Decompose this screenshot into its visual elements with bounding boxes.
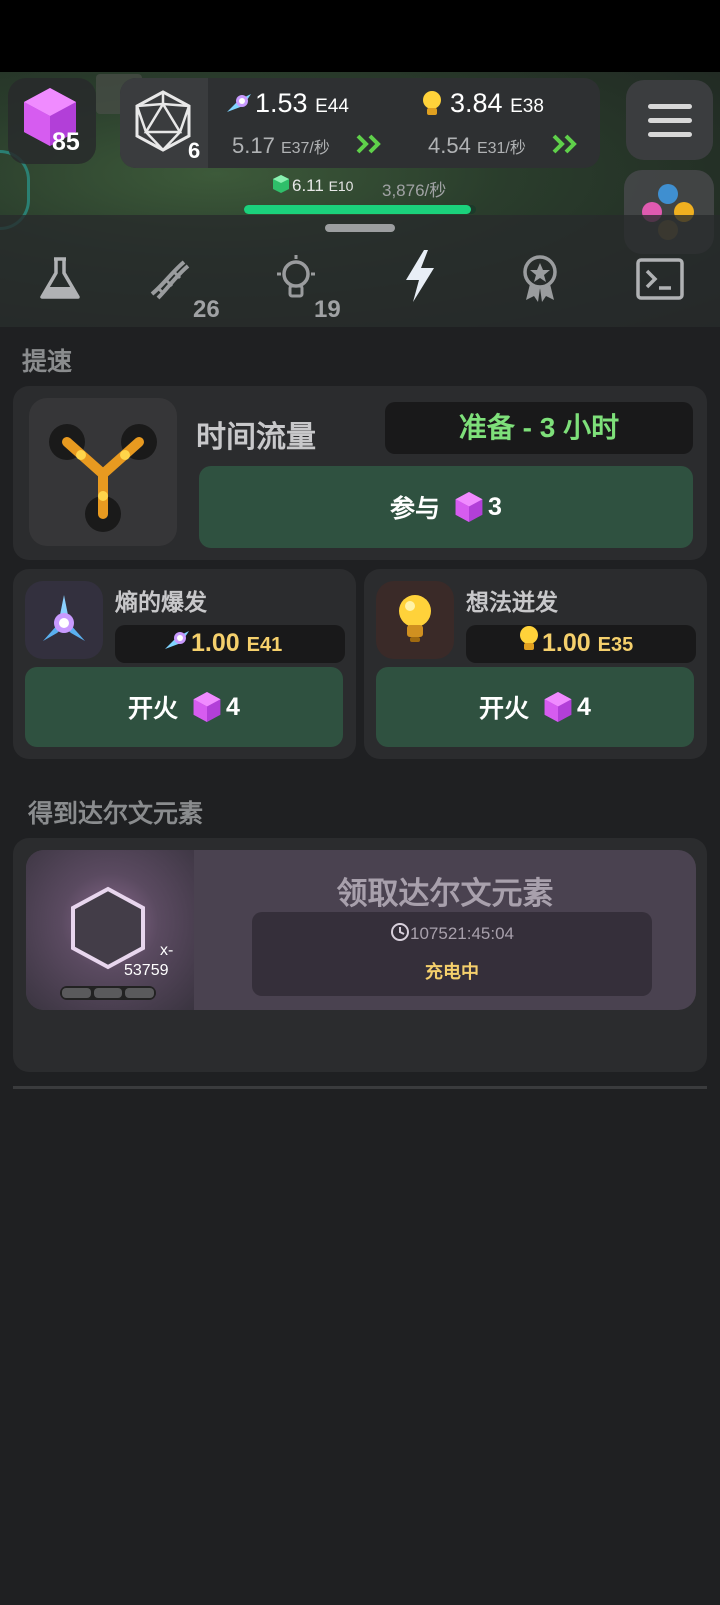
progress-value: 6.11 E10 — [292, 176, 354, 195]
entropy-icon — [165, 631, 189, 649]
lightning-icon — [406, 250, 434, 302]
entropy-burst-card: 熵的爆发 1.00 E41 开火 4 — [13, 569, 356, 759]
medal-icon — [523, 255, 557, 302]
engage-button[interactable]: 参与 3 — [199, 466, 693, 548]
darwin-reward-art: x- 53759 — [26, 850, 194, 1010]
dot-blue — [658, 184, 678, 204]
claim-timer-box: 107521:45:04 充电中 — [252, 912, 652, 996]
gem-count: 85 — [52, 128, 80, 156]
time-flow-status-pill: 准备 - 3 小时 — [385, 402, 693, 454]
fast-forward-icon — [356, 134, 381, 154]
entropy-rate: 5.17 E37/秒 — [232, 133, 330, 158]
fire-button-cost: 4 — [577, 692, 591, 721]
gem-icon — [193, 692, 221, 722]
ideas-value: 3.84 E38 — [450, 88, 544, 118]
time-flow-card: 时间流量 准备 - 3 小时 参与 3 — [13, 386, 707, 560]
fire-button-cost: 4 — [226, 692, 240, 721]
time-flow-title: 时间流量 — [196, 421, 316, 454]
section-title-boost: 提速 — [22, 348, 73, 376]
tab-evolution-count: 26 — [193, 296, 220, 323]
charge-segment — [93, 988, 123, 998]
entropy-orb-icon — [43, 595, 85, 641]
complexity-count: 6 — [188, 138, 201, 163]
claim-title: 领取达尔文元素 — [336, 876, 554, 911]
tab-achievements[interactable] — [500, 248, 580, 318]
flux-capacitor-icon — [49, 424, 157, 532]
status-bar — [0, 0, 720, 72]
lightbulb-outline-icon — [277, 255, 315, 298]
progress-rate: 3,876/秒 — [382, 181, 447, 200]
charge-segment — [62, 988, 91, 998]
fire-button-label: 开火 — [128, 695, 179, 723]
entropy-burst-title: 熵的爆发 — [115, 589, 207, 615]
clock-icon — [391, 923, 409, 941]
multiplier-prefix: x- — [160, 942, 174, 959]
divider — [13, 1086, 707, 1089]
entropy-burst-fire-button[interactable]: 开火 4 — [25, 667, 343, 747]
lightbulb-icon — [423, 91, 441, 115]
tab-ideas-count: 19 — [314, 296, 341, 323]
engage-button-label: 参与 — [390, 495, 441, 523]
drag-handle[interactable] — [325, 224, 395, 232]
menu-icon — [648, 104, 692, 109]
flask-icon — [40, 257, 80, 299]
lightbulb-icon — [520, 626, 538, 650]
terminal-icon — [636, 258, 684, 300]
menu-button[interactable] — [626, 80, 713, 160]
section-title-darwin: 得到达尔文元素 — [28, 800, 204, 828]
gem-icon — [455, 492, 483, 522]
darwin-claim-card[interactable]: x- 53759 领取达尔文元素 107521:45:04 充电中 — [26, 850, 696, 1010]
claim-status: 充电中 — [425, 962, 479, 982]
tab-boost[interactable] — [380, 248, 460, 318]
idea-burst-fire-button[interactable]: 开火 4 — [376, 667, 694, 747]
entropy-burst-cost: 1.00 E41 — [191, 629, 283, 657]
idea-burst-cost: 1.00 E35 — [542, 629, 634, 657]
charge-meter — [60, 986, 156, 1000]
icosahedron-icon — [135, 90, 191, 152]
menu-icon-line — [648, 118, 692, 123]
idea-burst-card: 想法迸发 1.00 E35 开火 4 — [364, 569, 707, 759]
entropy-icon — [227, 94, 251, 112]
time-flow-icon-tile — [29, 398, 177, 546]
entropy-burst-icon-tile — [25, 581, 103, 659]
entropy-value: 1.53 E44 — [255, 88, 349, 118]
green-gem-icon — [273, 175, 289, 193]
hexagon-icon — [71, 886, 145, 970]
fire-button-label: 开火 — [479, 695, 530, 723]
idea-burst-title: 想法迸发 — [466, 589, 558, 615]
ideas-rate: 4.54 E31/秒 — [428, 133, 526, 158]
claim-timer: 107521:45:04 — [252, 922, 652, 944]
progress-track — [244, 205, 476, 214]
menu-icon-line — [648, 132, 692, 137]
engage-button-cost: 3 — [488, 492, 502, 521]
tab-terminal[interactable] — [620, 248, 700, 318]
tab-research[interactable] — [20, 248, 100, 318]
multiplier-value: 53759 — [124, 962, 169, 979]
gem-icon — [544, 692, 572, 722]
progress-fill — [244, 205, 472, 214]
time-flow-status: 准备 - 3 小时 — [458, 412, 620, 443]
fast-forward-icon — [552, 134, 577, 154]
idea-burst-icon-tile — [376, 581, 454, 659]
lightbulb-icon — [399, 595, 431, 642]
dna-icon — [150, 260, 190, 300]
charge-segment — [125, 988, 155, 998]
